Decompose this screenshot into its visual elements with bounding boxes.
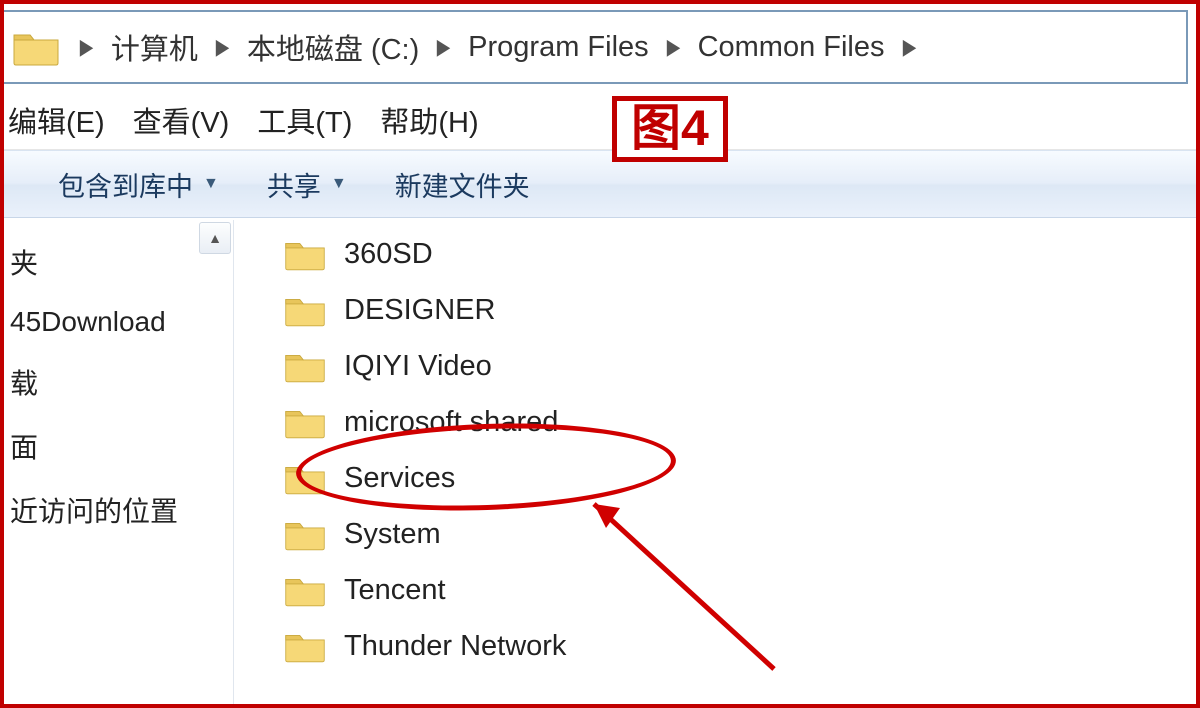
- folder-item[interactable]: DESIGNER: [284, 282, 1196, 338]
- caret-down-icon: ▼: [331, 175, 347, 193]
- folder-icon: [284, 627, 326, 665]
- caret-down-icon: ▼: [203, 175, 219, 193]
- folder-name: microsoft shared: [344, 406, 558, 439]
- breadcrumb-item[interactable]: 计算机: [105, 26, 204, 68]
- navigation-pane[interactable]: ▲ 夹 45Download 载 面 近访问的位置: [4, 220, 234, 704]
- toolbar-label: 包含到库中: [58, 165, 193, 204]
- folder-item[interactable]: microsoft shared: [284, 394, 1196, 450]
- scroll-up-button[interactable]: ▲: [199, 222, 231, 254]
- menu-edit[interactable]: 编辑(E): [4, 93, 129, 147]
- toolbar-share[interactable]: 共享 ▼: [243, 161, 371, 208]
- figure-label-annotation: 图4: [612, 96, 728, 162]
- folder-icon: [284, 459, 326, 497]
- folder-icon: [12, 25, 60, 69]
- folder-icon: [284, 515, 326, 553]
- toolbar-label: 新建文件夹: [395, 165, 530, 204]
- folder-icon: [284, 571, 326, 609]
- folder-item[interactable]: System: [284, 506, 1196, 562]
- folder-icon: [284, 235, 326, 273]
- address-bar[interactable]: ▶ 计算机 ▶ 本地磁盘 (C:) ▶ Program Files ▶ Comm…: [4, 10, 1188, 84]
- toolbar-new-folder[interactable]: 新建文件夹: [371, 161, 554, 208]
- sidebar-item[interactable]: 面: [4, 414, 233, 478]
- menu-view[interactable]: 查看(V): [129, 93, 254, 147]
- folder-name: Tencent: [344, 574, 446, 607]
- menu-tools[interactable]: 工具(T): [253, 93, 376, 147]
- sidebar-item[interactable]: 45Download: [4, 294, 233, 350]
- file-list[interactable]: 360SD DESIGNER IQIYI Video microsoft sha…: [234, 220, 1196, 704]
- folder-item[interactable]: Tencent: [284, 562, 1196, 618]
- breadcrumb-item[interactable]: Program Files: [462, 31, 655, 64]
- folder-name: IQIYI Video: [344, 350, 492, 383]
- menu-help[interactable]: 帮助(H): [376, 93, 502, 147]
- folder-item[interactable]: Thunder Network: [284, 618, 1196, 674]
- chevron-right-icon[interactable]: ▶: [80, 34, 94, 60]
- chevron-right-icon[interactable]: ▶: [902, 34, 916, 60]
- chevron-right-icon[interactable]: ▶: [437, 34, 451, 60]
- breadcrumb-item[interactable]: 本地磁盘 (C:): [241, 26, 425, 68]
- folder-name: Thunder Network: [344, 630, 566, 663]
- folder-item[interactable]: IQIYI Video: [284, 338, 1196, 394]
- folder-item[interactable]: 360SD: [284, 226, 1196, 282]
- sidebar-item[interactable]: 近访问的位置: [4, 478, 233, 542]
- toolbar: 包含到库中 ▼ 共享 ▼ 新建文件夹: [4, 150, 1196, 218]
- chevron-right-icon[interactable]: ▶: [666, 34, 680, 60]
- folder-name: Services: [344, 462, 455, 495]
- toolbar-include-in-library[interactable]: 包含到库中 ▼: [34, 161, 243, 208]
- folder-item[interactable]: Services: [284, 450, 1196, 506]
- sidebar-item[interactable]: 载: [4, 350, 233, 414]
- menu-bar: 编辑(E) 查看(V) 工具(T) 帮助(H): [4, 90, 1196, 150]
- folder-name: DESIGNER: [344, 294, 495, 327]
- breadcrumb-item[interactable]: Common Files: [692, 31, 891, 64]
- toolbar-label: 共享: [267, 165, 321, 204]
- folder-icon: [284, 291, 326, 329]
- folder-name: 360SD: [344, 238, 433, 271]
- folder-name: System: [344, 518, 441, 551]
- folder-icon: [284, 347, 326, 385]
- chevron-right-icon[interactable]: ▶: [216, 34, 230, 60]
- folder-icon: [284, 403, 326, 441]
